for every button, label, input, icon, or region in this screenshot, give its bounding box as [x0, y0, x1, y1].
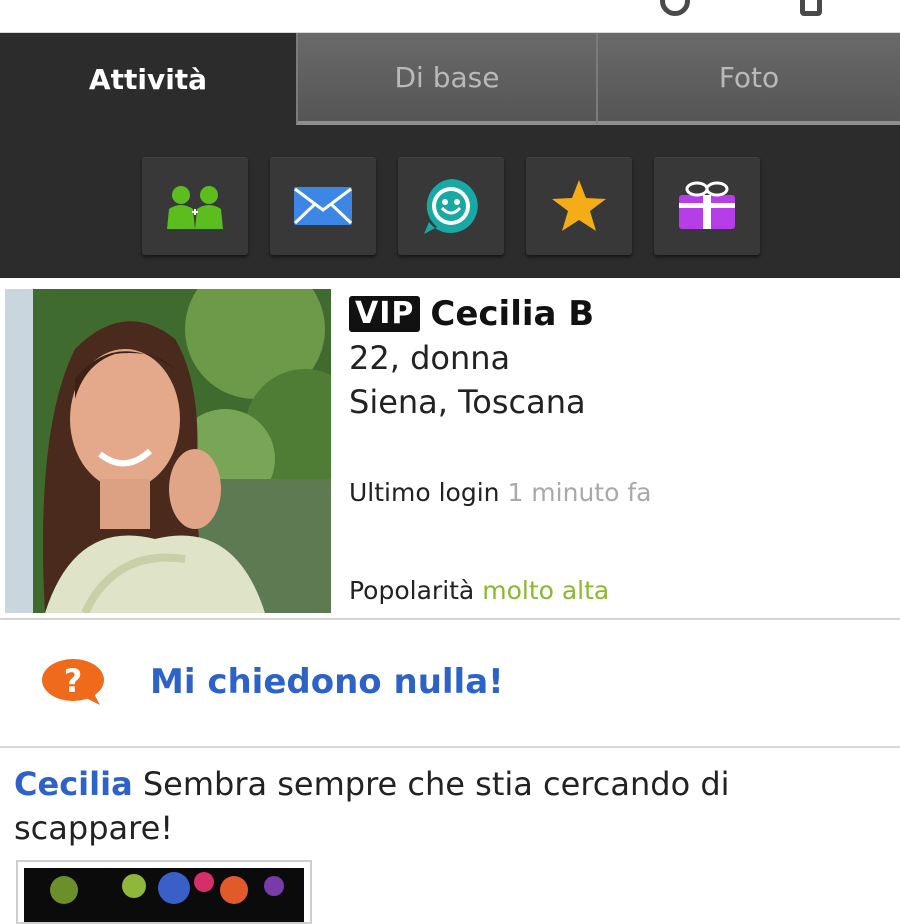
popularity: Popolarità molto alta	[349, 576, 609, 605]
profile-toolbar: Attività Di base Foto	[0, 33, 900, 278]
chat-button[interactable]	[398, 157, 504, 255]
tab-attivita[interactable]: Attività	[0, 33, 296, 125]
add-friend-button[interactable]	[142, 157, 248, 255]
star-icon	[552, 180, 606, 231]
name-line: VIP Cecilia B	[349, 292, 594, 336]
header-action-icon[interactable]	[660, 0, 690, 16]
last-login: Ultimo login 1 minuto fa	[349, 478, 651, 507]
age-gender: 22, donna	[349, 339, 511, 377]
profile-name: Cecilia B	[430, 294, 595, 334]
tab-di-base[interactable]: Di base	[296, 33, 596, 125]
post-author[interactable]: Cecilia	[14, 765, 133, 803]
last-login-value: 1 minuto fa	[507, 478, 652, 507]
post-thumbnail[interactable]	[16, 860, 312, 924]
tab-label: Attività	[88, 62, 208, 96]
envelope-icon	[293, 187, 353, 225]
profile-photo[interactable]	[5, 289, 331, 613]
top-header	[0, 0, 900, 33]
gift-icon	[679, 181, 735, 229]
friends-icon	[167, 186, 223, 229]
svg-text:?: ?	[64, 662, 83, 700]
favorite-button[interactable]	[526, 157, 632, 255]
tab-label: Di base	[394, 60, 500, 94]
smiley-chat-icon	[424, 179, 478, 234]
send-message-button[interactable]	[270, 157, 376, 255]
status-post: Cecilia Sembra sempre che stia cercando …	[0, 748, 900, 924]
last-login-label: Ultimo login	[349, 478, 500, 507]
action-bar	[142, 157, 760, 255]
tab-label: Foto	[718, 60, 780, 94]
popularity-value: molto alta	[482, 576, 610, 605]
question-text[interactable]: Mi chiedono nulla!	[150, 662, 504, 702]
post-body: Cecilia Sembra sempre che stia cercando …	[14, 762, 874, 850]
tab-foto[interactable]: Foto	[596, 33, 900, 125]
header-menu-icon[interactable]	[800, 0, 822, 16]
vip-badge: VIP	[349, 296, 421, 332]
question-bubble-icon: ?	[42, 659, 104, 705]
popularity-label: Popolarità	[349, 576, 475, 605]
post-thumbnail-image	[24, 868, 304, 922]
profile-card: VIP Cecilia B 22, donna Siena, Toscana U…	[0, 280, 900, 620]
location: Siena, Toscana	[349, 383, 586, 421]
profile-info: VIP Cecilia B 22, donna Siena, Toscana	[349, 292, 594, 424]
send-gift-button[interactable]	[654, 157, 760, 255]
ask-question-row[interactable]: ? Mi chiedono nulla!	[0, 620, 900, 748]
